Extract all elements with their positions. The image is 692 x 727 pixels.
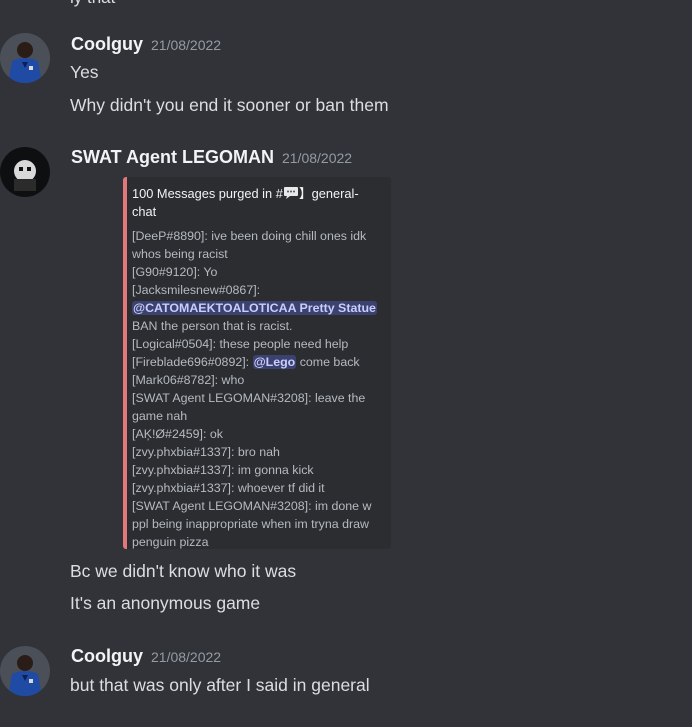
log-line-mention: [Fireblade696#0892]: @Lego come back <box>132 353 381 371</box>
embed-title-prefix: 100 Messages purged in # <box>132 186 283 201</box>
avatar-coolguy-icon <box>0 33 50 83</box>
log-line: [zvy.phxbia#1337]: im gonna kick <box>132 463 314 477</box>
log-line: [AĶ!Ø#2459]: ok <box>132 427 223 441</box>
user-avatar[interactable] <box>0 646 50 696</box>
log-text: [Fireblade696#0892]: <box>132 355 253 369</box>
user-avatar[interactable] <box>0 33 50 83</box>
avatar-legoman-icon <box>0 147 50 197</box>
chat-log: ly that Coolguy 21/08/2022 Yes Why didn't… <box>0 0 692 727</box>
log-line: [SWAT Agent LEGOMAN#3208]: leave the gam… <box>132 391 366 423</box>
embed-title: 100 Messages purged in # 】general-chat <box>132 185 381 221</box>
user-mention[interactable]: @Lego <box>252 355 297 369</box>
log-line: [DeeP#8890]: ive been doing chill ones i… <box>132 229 367 261</box>
message-text: but that was only after I said in genera… <box>70 675 370 695</box>
log-line: [Jacksmilesnew#0867]: <box>132 283 261 297</box>
previous-message-fragment: ly that <box>70 0 115 8</box>
log-line: [zvy.phxbia#1337]: bro nah <box>132 445 280 459</box>
log-line: [G90#9120]: Yo <box>132 265 218 279</box>
username[interactable]: Coolguy <box>71 646 143 666</box>
timestamp: 21/08/2022 <box>151 649 222 665</box>
message-text: Yes <box>70 62 99 82</box>
log-line: [Logical#0504]: these people need help <box>132 337 349 351</box>
log-text: BAN the person that is racist. <box>132 319 293 333</box>
avatar-coolguy-icon <box>0 646 50 696</box>
message-text: Bc we didn't know who it was <box>70 561 297 581</box>
message-header: Coolguy 21/08/2022 <box>71 34 221 55</box>
log-line: [zvy.phxbia#1337]: whoever tf did it <box>132 481 325 495</box>
user-avatar[interactable] <box>0 147 50 197</box>
speech-bubble-icon <box>283 187 298 199</box>
purge-log-embed: 100 Messages purged in # 】general-chat [D… <box>123 177 391 549</box>
log-text: come back <box>296 355 360 369</box>
log-line: [Mark06#8782]: who <box>132 373 245 387</box>
log-line: [SWAT Agent LEGOMAN#3208]: im done w ppl… <box>132 499 372 549</box>
embed-body: [DeeP#8890]: ive been doing chill ones i… <box>132 227 381 549</box>
timestamp: 21/08/2022 <box>151 37 222 53</box>
user-mention[interactable]: @CATOMAEKTOALOTICAA Pretty Statue <box>132 301 377 315</box>
message-text: Why didn't you end it sooner or ban them <box>70 95 389 115</box>
message-text: It's an anonymous game <box>70 593 261 613</box>
message-header: SWAT Agent LEGOMAN 21/08/2022 <box>71 147 352 168</box>
username[interactable]: SWAT Agent LEGOMAN <box>71 147 274 167</box>
username[interactable]: Coolguy <box>71 34 143 54</box>
log-line-mention: @CATOMAEKTOALOTICAA Pretty Statue BAN th… <box>132 299 381 335</box>
timestamp: 21/08/2022 <box>281 150 353 166</box>
message-header: Coolguy 21/08/2022 <box>71 646 221 667</box>
